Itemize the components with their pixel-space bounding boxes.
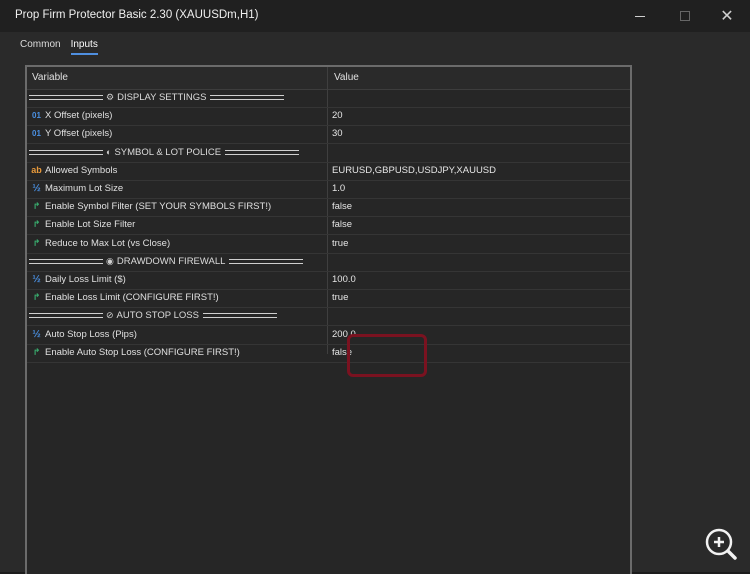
- separator-line: [210, 95, 285, 100]
- section-row[interactable]: ⊘ AUTO STOP LOSS: [27, 307, 630, 327]
- section-title: DRAWDOWN FIREWALL: [116, 255, 226, 267]
- double-type-icon: ½: [32, 274, 41, 285]
- section-title: AUTO STOP LOSS: [116, 310, 199, 322]
- minimize-button[interactable]: [618, 0, 662, 32]
- inputs-table: Variable Value ⚙ DISPLAY SETTINGS 01 X Offs…: [25, 65, 632, 574]
- section-icon: ◐: [106, 147, 112, 158]
- parameter-row[interactable]: ½ Auto Stop Loss (Pips) 200.0: [27, 326, 630, 345]
- double-type-icon: ½: [32, 328, 41, 340]
- parameter-row[interactable]: 01 Y Offset (pixels) 30: [27, 125, 630, 145]
- parameter-value[interactable]: 1.0: [332, 183, 345, 194]
- bool-type-icon: ↱: [32, 219, 41, 230]
- close-icon: ✕: [720, 8, 734, 25]
- int-type-icon: 01: [32, 129, 41, 139]
- parameter-row[interactable]: ½ Daily Loss Limit ($) 100.0: [27, 271, 630, 290]
- parameter-name: Enable Symbol Filter (SET YOUR SYMBOLS F…: [45, 201, 272, 213]
- section-label: ◉ DRAWDOWN FIREWALL: [29, 255, 304, 267]
- section-label: ◐ SYMBOL & LOT POLICE: [29, 146, 300, 158]
- parameter-value[interactable]: false: [332, 201, 352, 212]
- bool-type-icon: ↱: [32, 201, 41, 212]
- parameter-row[interactable]: ab Allowed Symbols EURUSD,GBPUSD,USDJPY,XA…: [27, 162, 630, 181]
- double-type-icon: ½: [32, 183, 41, 194]
- section-icon: ⊘: [106, 310, 114, 321]
- section-label: ⚙ DISPLAY SETTINGS: [29, 92, 285, 103]
- separator-line: [29, 258, 103, 264]
- section-icon: ⚙: [106, 92, 115, 102]
- bool-type-icon: ↱: [32, 237, 41, 248]
- section-row[interactable]: ⚙ DISPLAY SETTINGS: [27, 89, 630, 108]
- parameter-name: Allowed Symbols: [45, 164, 118, 176]
- maximize-button[interactable]: [663, 0, 707, 32]
- parameter-value[interactable]: true: [332, 238, 348, 249]
- separator-line: [29, 313, 103, 319]
- section-icon: ◉: [106, 255, 114, 266]
- parameter-name: Daily Loss Limit ($): [45, 274, 126, 285]
- parameter-row[interactable]: ½ Maximum Lot Size 1.0: [27, 180, 630, 199]
- parameter-value[interactable]: 20: [332, 110, 343, 121]
- parameter-value[interactable]: EURUSD,GBPUSD,USDJPY,XAUUSD: [332, 165, 496, 176]
- parameter-row[interactable]: ↱ Enable Symbol Filter (SET YOUR SYMBOLS …: [27, 198, 630, 218]
- bool-type-icon: ↱: [32, 346, 41, 357]
- parameter-name: Reduce to Max Lot (vs Close): [45, 237, 171, 249]
- int-type-icon: 01: [32, 111, 41, 121]
- parameter-name: Auto Stop Loss (Pips): [45, 328, 137, 340]
- tab-common[interactable]: Common: [20, 39, 61, 55]
- parameter-row[interactable]: ↱ Enable Auto Stop Loss (CONFIGURE FIRST!…: [27, 344, 630, 363]
- separator-line: [29, 149, 103, 155]
- title-bar[interactable]: Prop Firm Protector Basic 2.30 (XAUUSDm,…: [0, 0, 750, 32]
- maximize-icon: [680, 11, 690, 21]
- parameter-value[interactable]: false: [332, 219, 352, 230]
- string-type-icon: ab: [31, 164, 42, 175]
- tab-bar: Common Inputs: [20, 39, 98, 55]
- separator-line: [229, 258, 304, 264]
- parameter-name: Maximum Lot Size: [45, 183, 124, 194]
- parameter-name: X Offset (pixels): [45, 110, 113, 122]
- tab-inputs[interactable]: Inputs: [70, 39, 98, 55]
- separator-line: [225, 149, 300, 155]
- parameter-row[interactable]: ↱ Enable Lot Size Filter false: [27, 216, 630, 236]
- section-title: SYMBOL & LOT POLICE: [114, 146, 222, 158]
- zoom-in-icon[interactable]: [705, 528, 737, 560]
- section-row[interactable]: ◉ DRAWDOWN FIREWALL: [27, 253, 630, 272]
- separator-line: [29, 95, 103, 100]
- close-button[interactable]: ✕: [705, 0, 749, 32]
- parameter-value[interactable]: 100.0: [332, 274, 356, 285]
- bool-type-icon: ↱: [32, 292, 41, 303]
- parameter-value[interactable]: 30: [332, 128, 343, 139]
- parameter-name: Enable Loss Limit (CONFIGURE FIRST!): [45, 292, 219, 304]
- inputs-dialog: Prop Firm Protector Basic 2.30 (XAUUSDm,…: [0, 0, 750, 574]
- section-title: DISPLAY SETTINGS: [117, 92, 207, 103]
- parameter-value[interactable]: true: [332, 292, 348, 303]
- parameter-row[interactable]: ↱ Enable Loss Limit (CONFIGURE FIRST!) tru…: [27, 289, 630, 309]
- parameter-row[interactable]: 01 X Offset (pixels) 20: [27, 107, 630, 127]
- parameter-row[interactable]: ↱ Reduce to Max Lot (vs Close) true: [27, 235, 630, 254]
- table-header: Variable Value: [27, 67, 630, 90]
- variable-column-header[interactable]: Variable: [32, 72, 68, 83]
- separator-line: [202, 313, 277, 319]
- highlight-annotation: [347, 334, 427, 377]
- window-title: Prop Firm Protector Basic 2.30 (XAUUSDm,…: [15, 9, 259, 21]
- minimize-icon: [635, 15, 645, 17]
- parameter-name: Enable Auto Stop Loss (CONFIGURE FIRST!): [45, 346, 240, 358]
- parameter-name: Y Offset (pixels): [45, 128, 113, 140]
- section-label: ⊘ AUTO STOP LOSS: [29, 310, 277, 321]
- parameter-name: Enable Lot Size Filter: [45, 219, 136, 231]
- section-row[interactable]: ◐ SYMBOL & LOT POLICE: [27, 144, 630, 163]
- value-column-header[interactable]: Value: [334, 72, 359, 83]
